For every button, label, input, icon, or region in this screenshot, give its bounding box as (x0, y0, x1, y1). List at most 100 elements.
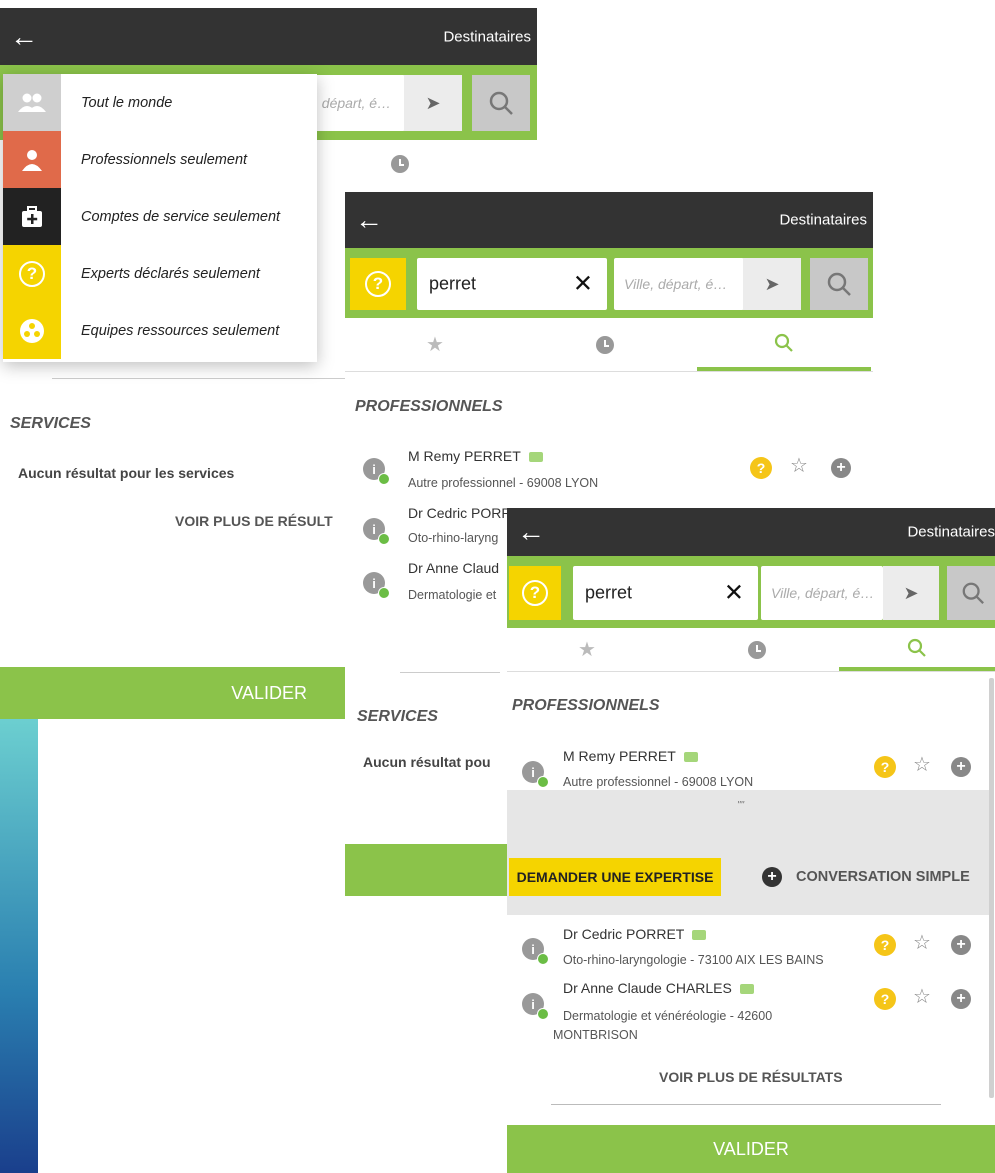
divider (52, 378, 352, 379)
topbar-2: ← Destinataires (345, 192, 873, 248)
avatar[interactable]: i (363, 518, 390, 545)
back-arrow-icon[interactable]: ← (10, 22, 38, 51)
tab-search[interactable] (697, 318, 871, 371)
tab-search[interactable] (839, 628, 995, 671)
validate-button[interactable]: VALIDER (0, 667, 345, 719)
dropdown-item-service-accounts[interactable]: Comptes de service seulement (3, 188, 317, 245)
avatar[interactable]: i (522, 993, 549, 1020)
locate-button[interactable]: ➤ (883, 566, 939, 620)
search-button[interactable] (947, 566, 995, 620)
medkit-icon (3, 188, 61, 245)
search-button[interactable] (810, 258, 868, 310)
search-icon (962, 582, 984, 604)
favorite-star-icon[interactable]: ☆ (913, 933, 931, 953)
background-gradient (0, 719, 38, 1173)
add-icon[interactable]: + (831, 458, 851, 478)
professional-detail: Dermatologie et (408, 588, 497, 602)
clock-icon (391, 155, 409, 173)
divider (400, 672, 500, 673)
expert-badge-icon[interactable]: ? (874, 756, 896, 778)
search-icon (489, 91, 513, 115)
secure-icon (739, 984, 754, 995)
team-icon (3, 302, 61, 359)
request-expertise-button[interactable]: DEMANDER UNE EXPERTISE (509, 858, 721, 896)
city-field[interactable]: Ville, départ, é… (761, 566, 883, 620)
professional-name[interactable]: Dr Anne Claud (408, 560, 499, 576)
clock-icon (748, 640, 766, 659)
person-icon (3, 131, 61, 188)
see-more-link[interactable]: VOIR PLUS DE RÉSULTATS (659, 1069, 843, 1085)
tabs-1 (300, 140, 537, 188)
clock-icon (596, 335, 614, 354)
professional-detail: Autre professionnel - 69008 LYON (563, 775, 754, 789)
question-icon: ? (522, 580, 548, 606)
add-icon[interactable]: + (951, 757, 971, 777)
favorite-star-icon[interactable]: ☆ (913, 987, 931, 1007)
simple-conversation-button[interactable]: + CONVERSATION SIMPLE (762, 858, 970, 896)
no-result-services: Aucun résultat pour les services (18, 465, 235, 481)
see-more-link[interactable]: VOIR PLUS DE RÉSULT (175, 513, 333, 529)
expert-badge-icon[interactable]: ? (874, 988, 896, 1010)
favorite-star-icon[interactable]: ☆ (790, 456, 808, 476)
avatar[interactable]: i (363, 572, 390, 599)
page-title: Destinataires (907, 523, 995, 541)
dropdown-item-teams[interactable]: Equipes ressources seulement (3, 302, 317, 359)
professionals-heading: PROFESSIONNELS (512, 697, 660, 714)
search-icon (907, 638, 926, 657)
services-heading: SERVICES (10, 415, 91, 432)
favorite-star-icon[interactable]: ☆ (913, 755, 931, 775)
scrollbar[interactable] (989, 678, 994, 1098)
clear-icon[interactable]: ✕ (724, 579, 744, 608)
add-icon[interactable]: + (951, 935, 971, 955)
back-arrow-icon[interactable]: ← (517, 518, 545, 546)
professional-name[interactable]: Dr Cedric PORR (408, 505, 511, 521)
tab-favorites[interactable]: ★ (537, 628, 637, 671)
star-icon: ★ (426, 334, 444, 356)
tab-favorites[interactable]: ★ (385, 318, 485, 371)
professional-detail: Autre professionnel - 69008 LYON (408, 476, 599, 490)
add-icon[interactable]: + (951, 989, 971, 1009)
professional-detail: Oto-rhino-laryngologie - 73100 AIX LES B… (563, 953, 824, 967)
question-icon: ? (365, 271, 391, 297)
validate-button[interactable]: VALIDER (507, 1125, 995, 1173)
expert-filter-button[interactable]: ? (350, 258, 406, 310)
professional-name[interactable]: Dr Anne Claude CHARLES (563, 980, 754, 996)
dropdown-item-professionals[interactable]: Professionnels seulement (3, 131, 317, 188)
professional-name[interactable]: M Remy PERRET (563, 748, 698, 764)
tabs-3: ★ (507, 628, 995, 672)
secure-icon (692, 930, 707, 941)
expert-badge-icon[interactable]: ? (750, 457, 772, 479)
avatar[interactable]: i (363, 458, 390, 485)
services-heading: SERVICES (357, 708, 438, 725)
search-input[interactable]: perret ✕ (573, 566, 758, 620)
dropdown-item-everyone[interactable]: Tout le monde (3, 74, 317, 131)
back-arrow-icon[interactable]: ← (355, 206, 383, 234)
city-field[interactable]: Ville, départ, é… (614, 258, 744, 310)
divider (551, 1104, 941, 1105)
action-panel: "" DEMANDER UNE EXPERTISE + CONVERSATION… (507, 790, 989, 915)
expert-filter-button[interactable]: ? (509, 566, 561, 620)
tab-history[interactable] (707, 628, 807, 671)
avatar[interactable]: i (522, 938, 549, 965)
star-icon: ★ (578, 639, 596, 661)
locate-button[interactable]: ➤ (404, 75, 462, 131)
tab-history[interactable] (360, 140, 440, 188)
avatar[interactable]: i (522, 761, 549, 788)
search-icon (774, 333, 793, 352)
dropdown-item-experts[interactable]: ? Experts déclarés seulement (3, 245, 317, 302)
expert-badge-icon[interactable]: ? (874, 934, 896, 956)
tab-history[interactable] (555, 318, 655, 371)
page-title: Destinataires (443, 28, 531, 45)
drag-handle[interactable]: "" (737, 800, 744, 811)
topbar-3: ← Destinataires (507, 508, 995, 556)
clear-icon[interactable]: ✕ (573, 270, 593, 299)
question-icon: ? (3, 245, 61, 302)
add-icon: + (762, 867, 782, 887)
locate-button[interactable]: ➤ (743, 258, 801, 310)
search-input[interactable]: perret ✕ (417, 258, 607, 310)
professionals-heading: PROFESSIONNELS (355, 398, 503, 415)
professional-name[interactable]: M Remy PERRET (408, 448, 543, 464)
secure-icon (528, 452, 543, 463)
search-button[interactable] (472, 75, 530, 131)
professional-name[interactable]: Dr Cedric PORRET (563, 926, 707, 942)
